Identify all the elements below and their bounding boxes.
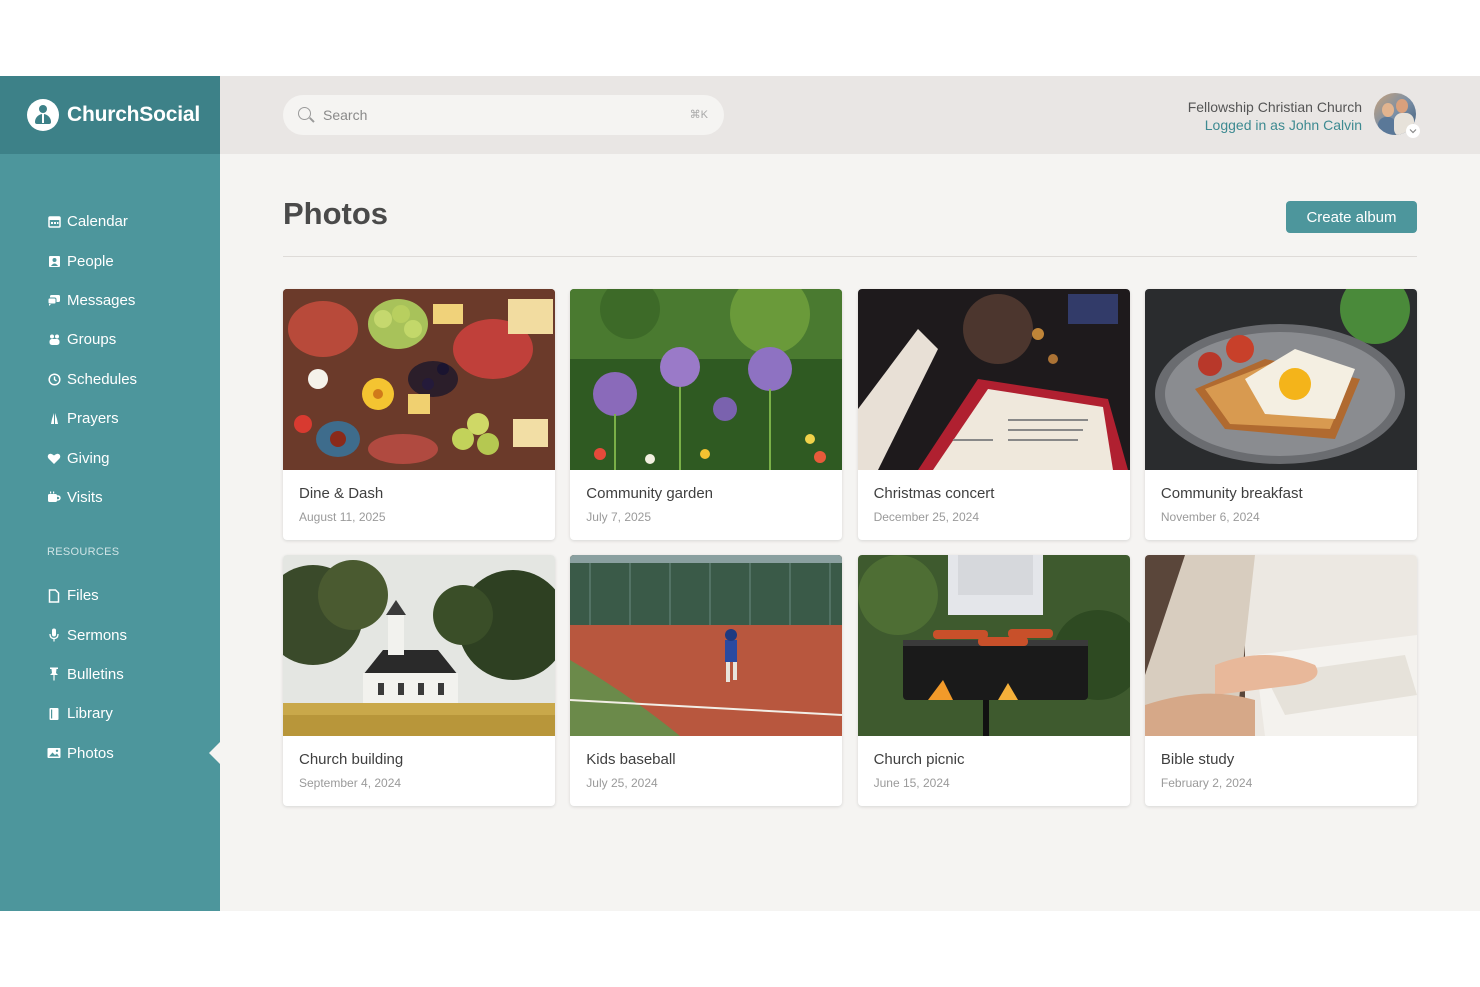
album-card[interactable]: Dine & Dash August 11, 2025 — [283, 289, 555, 540]
coffee-cup-icon — [47, 490, 61, 504]
sidebar: ChurchSocial Calendar People Messages Gr… — [0, 76, 220, 911]
album-card[interactable]: Bible study February 2, 2024 — [1144, 555, 1417, 806]
church-name: Fellowship Christian Church — [1187, 99, 1362, 115]
album-thumbnail — [570, 289, 843, 470]
album-thumbnail — [283, 555, 555, 736]
resources-section-label: RESOURCES — [47, 546, 120, 558]
album-date: August 11, 2025 — [299, 510, 386, 524]
create-album-button[interactable]: Create album — [1286, 201, 1417, 233]
file-icon — [47, 588, 61, 603]
album-card[interactable]: Church building September 4, 2024 — [283, 555, 555, 806]
album-date: July 7, 2025 — [586, 510, 652, 524]
album-thumbnail — [1144, 555, 1417, 736]
sidebar-item-label: Calendar — [67, 213, 128, 231]
praying-hands-icon — [47, 412, 61, 426]
sidebar-item-visits[interactable]: Visits — [0, 478, 220, 517]
album-date: November 6, 2024 — [1160, 510, 1260, 524]
sidebar-item-label: Visits — [67, 488, 103, 506]
sidebar-nav: Calendar People Messages Groups Schedule… — [0, 202, 220, 517]
user-info: Fellowship Christian Church Logged in as… — [1188, 98, 1362, 134]
sidebar-item-prayers[interactable]: Prayers — [0, 399, 220, 438]
album-title: Church building — [299, 751, 404, 768]
album-thumbnail — [570, 555, 843, 736]
album-title: Church picnic — [873, 751, 965, 768]
chevron-down-icon[interactable] — [1406, 124, 1420, 138]
album-card[interactable]: Community garden July 7, 2025 — [570, 289, 843, 540]
album-card[interactable]: Kids baseball July 25, 2024 — [570, 555, 843, 806]
sidebar-item-messages[interactable]: Messages — [0, 281, 220, 320]
app-window: ChurchSocial Calendar People Messages Gr… — [0, 76, 1480, 911]
sidebar-item-label: Messages — [67, 291, 136, 309]
album-thumbnail — [857, 289, 1130, 470]
page-title: Photos — [283, 196, 389, 231]
search-input[interactable] — [323, 107, 683, 123]
album-thumbnail — [1144, 289, 1417, 470]
album-date: September 4, 2024 — [299, 776, 402, 790]
image-icon — [47, 746, 61, 760]
pin-icon — [47, 667, 61, 681]
book-icon — [47, 707, 61, 721]
album-thumbnail — [283, 289, 555, 470]
search-shortcut-hint: ⌘K — [689, 109, 708, 121]
album-card[interactable]: Community breakfast November 6, 2024 — [1144, 289, 1417, 540]
album-grid: Dine & Dash August 11, 2025 Community ga… — [283, 289, 1417, 806]
album-title: Community garden — [586, 485, 714, 502]
album-card[interactable]: Church picnic June 15, 2024 — [857, 555, 1130, 806]
top-header: ⌘K Fellowship Christian Church Logged in… — [220, 76, 1480, 154]
heart-icon — [47, 451, 61, 465]
groups-icon — [47, 333, 61, 347]
album-date: February 2, 2024 — [1160, 776, 1253, 790]
divider — [283, 256, 1417, 257]
album-title: Kids baseball — [586, 751, 676, 768]
logged-in-link[interactable]: Logged in as John Calvin — [1188, 116, 1362, 134]
album-title: Community breakfast — [1160, 485, 1303, 502]
sidebar-item-photos[interactable]: Photos — [0, 734, 220, 773]
sidebar-item-bulletins[interactable]: Bulletins — [0, 655, 220, 694]
sidebar-item-label: Files — [67, 587, 99, 605]
sidebar-item-calendar[interactable]: Calendar — [0, 202, 220, 241]
people-icon — [47, 254, 61, 268]
sidebar-item-label: Schedules — [67, 370, 138, 388]
album-date: July 25, 2024 — [586, 776, 658, 790]
sidebar-item-giving[interactable]: Giving — [0, 438, 220, 477]
album-thumbnail — [857, 555, 1130, 736]
album-title: Christmas concert — [873, 485, 995, 502]
sidebar-item-people[interactable]: People — [0, 241, 220, 280]
album-title: Bible study — [1160, 751, 1235, 768]
sidebar-item-label: People — [67, 252, 114, 270]
resources-nav: Files Sermons Bulletins Library Photos — [0, 576, 220, 773]
album-date: December 25, 2024 — [873, 510, 979, 524]
clock-icon — [47, 372, 61, 386]
sidebar-item-sermons[interactable]: Sermons — [0, 615, 220, 654]
search-bar[interactable]: ⌘K — [283, 95, 724, 135]
church-social-logo-icon — [27, 99, 59, 131]
sidebar-item-label: Photos — [67, 744, 114, 762]
sidebar-item-label: Sermons — [67, 626, 128, 644]
search-icon — [298, 106, 315, 124]
sidebar-item-library[interactable]: Library — [0, 694, 220, 733]
microphone-icon — [47, 628, 61, 642]
sidebar-item-label: Bulletins — [67, 665, 124, 683]
sidebar-item-label: Library — [67, 705, 113, 723]
album-date: June 15, 2024 — [873, 776, 950, 790]
sidebar-item-label: Prayers — [67, 410, 119, 428]
sidebar-item-label: Groups — [67, 331, 117, 349]
sidebar-item-label: Giving — [67, 449, 110, 467]
brand-name: ChurchSocial — [67, 103, 200, 126]
messages-icon — [47, 293, 61, 307]
album-card[interactable]: Christmas concert December 25, 2024 — [857, 289, 1130, 540]
brand[interactable]: ChurchSocial — [0, 76, 220, 154]
sidebar-item-groups[interactable]: Groups — [0, 320, 220, 359]
sidebar-item-files[interactable]: Files — [0, 576, 220, 615]
calendar-icon — [47, 215, 61, 229]
sidebar-item-schedules[interactable]: Schedules — [0, 360, 220, 399]
album-title: Dine & Dash — [299, 485, 384, 502]
